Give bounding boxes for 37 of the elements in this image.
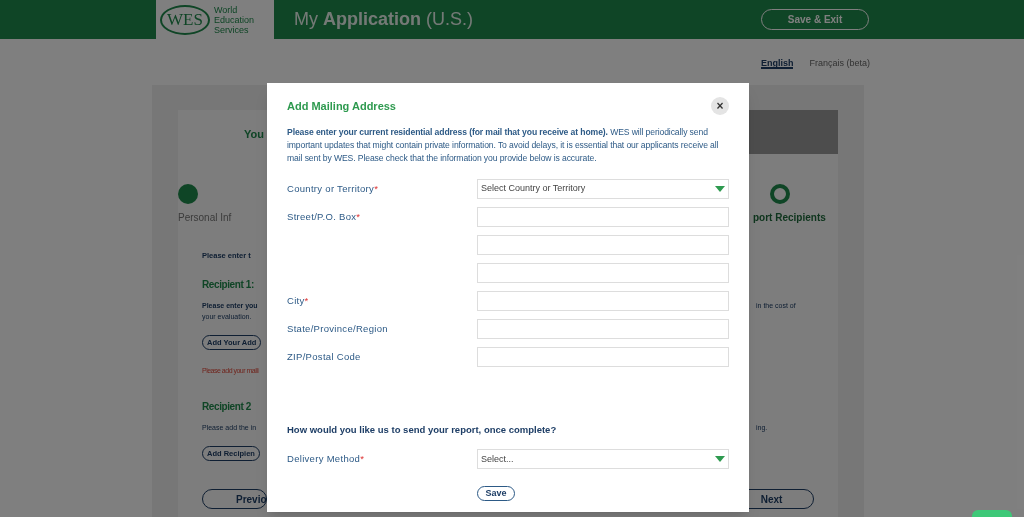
- logo[interactable]: WES World Education Services: [156, 0, 274, 39]
- logo-caption: World Education Services: [214, 4, 255, 35]
- step-label: Personal Inf: [178, 211, 232, 225]
- required-mark: *: [356, 210, 361, 222]
- logo-mark: WES: [160, 4, 210, 35]
- required-mark: *: [374, 182, 379, 194]
- step-marker: [178, 184, 198, 204]
- input-field[interactable]: [477, 235, 729, 255]
- language-link[interactable]: Français (beta): [809, 57, 870, 69]
- field-label: State/Province/Region: [287, 322, 388, 334]
- input-field[interactable]: [477, 291, 729, 311]
- dialog-title: Add Mailing Address: [287, 98, 396, 114]
- input-field[interactable]: [477, 319, 729, 339]
- field-label: Country or Territory: [287, 182, 375, 194]
- app-title: My Application (U.S.): [294, 8, 473, 31]
- language-link[interactable]: English: [760, 57, 794, 69]
- field-label: ZIP/Postal Code: [287, 350, 361, 362]
- dropdown-caret-icon: [715, 456, 725, 463]
- required-mark: *: [304, 294, 309, 306]
- close-button[interactable]: ×: [711, 97, 729, 115]
- select-field[interactable]: Select Country or Territory: [477, 179, 729, 199]
- select-field[interactable]: Select...: [477, 449, 729, 470]
- required-mark: *: [360, 453, 365, 465]
- input-field[interactable]: [477, 347, 729, 367]
- section-heading: Recipient 1:: [202, 278, 254, 292]
- delivery-question: How would you like us to send your report, once complete?: [287, 423, 558, 437]
- field-label: City: [287, 294, 305, 306]
- input-field[interactable]: [477, 263, 729, 283]
- field-label: Delivery Method: [287, 453, 361, 465]
- section-heading: Recipient 2: [202, 399, 251, 414]
- dialog-instructions: Please enter your current residential address (for mail that you receive at home). WES will periodically send important updates that might contain private information. To avoid delays, it is essential that our applicants receive all mail sent by WES. Please check that the information you provide below is accurate.: [287, 126, 720, 165]
- input-field[interactable]: [477, 207, 729, 227]
- step-label: port Recipients: [753, 211, 826, 225]
- dropdown-caret-icon: [715, 186, 725, 192]
- banner-text: You: [244, 127, 264, 142]
- step-marker: [770, 184, 790, 204]
- field-label: Street/P.O. Box: [287, 210, 357, 222]
